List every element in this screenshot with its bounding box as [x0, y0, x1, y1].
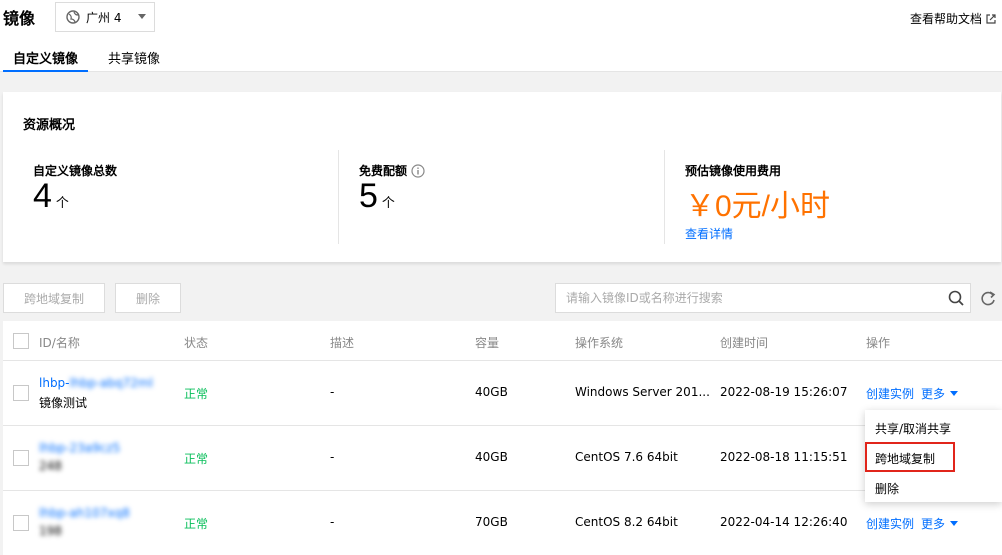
help-doc-label: 查看帮助文档 [909, 12, 982, 26]
stat-unit: 个 [381, 196, 395, 211]
globe-icon [66, 10, 80, 24]
column-header-created: 创建时间 [720, 336, 769, 350]
tab-bar: 自定义镜像 共享镜像 [3, 42, 170, 72]
column-header-description: 描述 [330, 336, 355, 350]
caret-down-icon [950, 391, 959, 396]
os: Windows Server 201... [575, 385, 710, 399]
tab-shared-images[interactable]: 共享镜像 [98, 42, 170, 72]
os: CentOS 7.6 64bit [575, 450, 678, 464]
size: 70GB [475, 515, 508, 529]
stat-label: 预估镜像使用费用 [685, 164, 782, 178]
table-row: lhbp-ah107xq8 198 正常 - 70GB CentOS 8.2 6… [3, 491, 1002, 555]
stat-estimated-cost: 预估镜像使用费用 ￥0元/小时 查看详情 [685, 150, 985, 244]
cross-region-copy-button[interactable]: 跨地域复制 [3, 283, 105, 313]
created-time: 2022-04-14 12:26:40 [720, 515, 848, 529]
more-menu[interactable]: 更多 [921, 515, 959, 532]
stat-value: 5 [359, 177, 378, 215]
stat-total-images: 自定义镜像总数 4个 [33, 150, 339, 244]
stat-label: 自定义镜像总数 [33, 164, 118, 178]
image-id-text: lhbp-abq72ml [69, 376, 153, 390]
status-text: 正常 [184, 452, 209, 466]
row-checkbox[interactable] [13, 385, 29, 401]
menu-item-delete[interactable]: 删除 [875, 480, 899, 497]
stat-unit: 个 [55, 196, 69, 211]
column-header-size: 容量 [475, 336, 500, 350]
chevron-down-icon [138, 14, 146, 19]
search-box [555, 283, 971, 313]
create-instance-link[interactable]: 创建实例 [866, 385, 914, 402]
page-title: 镜像 [3, 9, 36, 28]
os: CentOS 8.2 64bit [575, 515, 678, 529]
image-id-link[interactable]: lhbp-ah107xq8 [39, 506, 130, 520]
more-label: 更多 [921, 517, 946, 531]
select-all-checkbox[interactable] [13, 333, 29, 349]
region-label: 广州 4 [86, 10, 122, 25]
overview-title: 资源概况 [23, 118, 76, 133]
row-checkbox[interactable] [13, 450, 29, 466]
image-name: 248 [39, 459, 62, 473]
column-header-status: 状态 [184, 336, 209, 350]
description: - [330, 450, 335, 464]
more-menu[interactable]: 更多 [921, 385, 959, 402]
created-time: 2022-08-18 11:15:51 [720, 450, 848, 464]
table-row: lhbp-23a9cz5 248 正常 - 40GB CentOS 7.6 64… [3, 426, 1002, 491]
size: 40GB [475, 385, 508, 399]
more-label: 更多 [921, 387, 946, 401]
description: - [330, 515, 335, 529]
highlight-box [865, 442, 955, 472]
help-doc-link[interactable]: 查看帮助文档 [910, 10, 996, 27]
image-table: ID/名称 状态 描述 容量 操作系统 创建时间 操作 lhbp-lhbp-ab… [3, 321, 1002, 555]
delete-button[interactable]: 删除 [115, 283, 181, 313]
column-header-os: 操作系统 [575, 336, 624, 350]
stat-free-quota: 免费配额 5个 [359, 150, 665, 244]
top-bar: 镜像 广州 4 查看帮助文档 自定义镜像 共享镜像 [0, 0, 1002, 72]
region-select[interactable]: 广州 4 [55, 2, 155, 32]
image-name: 198 [39, 524, 62, 538]
cost-value: ￥0元/小时 [685, 190, 831, 223]
info-icon[interactable] [411, 163, 425, 178]
image-id-link[interactable]: lhbp-23a9cz5 [39, 441, 120, 455]
column-header-actions: 操作 [866, 336, 891, 350]
image-id-link[interactable]: lhbp-lhbp-abq72ml [39, 376, 153, 390]
table-header: ID/名称 状态 描述 容量 操作系统 创建时间 操作 [3, 321, 1002, 361]
tab-custom-images[interactable]: 自定义镜像 [3, 42, 89, 72]
row-checkbox[interactable] [13, 515, 29, 531]
menu-item-share[interactable]: 共享/取消共享 [875, 420, 951, 437]
description: - [330, 385, 335, 399]
status-text: 正常 [184, 517, 209, 531]
status-text: 正常 [184, 387, 209, 401]
stat-value: 4 [33, 177, 52, 215]
create-instance-link[interactable]: 创建实例 [866, 515, 914, 532]
caret-down-icon [950, 521, 959, 526]
view-details-link[interactable]: 查看详情 [685, 225, 985, 242]
search-icon[interactable] [948, 290, 964, 306]
external-link-icon [986, 13, 996, 24]
created-time: 2022-08-19 15:26:07 [720, 385, 848, 399]
resource-overview-panel: 资源概况 自定义镜像总数 4个 免费配额 5个 预估镜像使用费用 ￥0元/小时 … [3, 92, 1001, 262]
refresh-icon[interactable] [980, 289, 996, 307]
column-header-id-name: ID/名称 [39, 336, 80, 350]
search-input[interactable] [566, 291, 936, 305]
image-name: 镜像测试 [39, 396, 88, 410]
size: 40GB [475, 450, 508, 464]
table-row: lhbp-lhbp-abq72ml 镜像测试 正常 - 40GB Windows… [3, 361, 1002, 426]
